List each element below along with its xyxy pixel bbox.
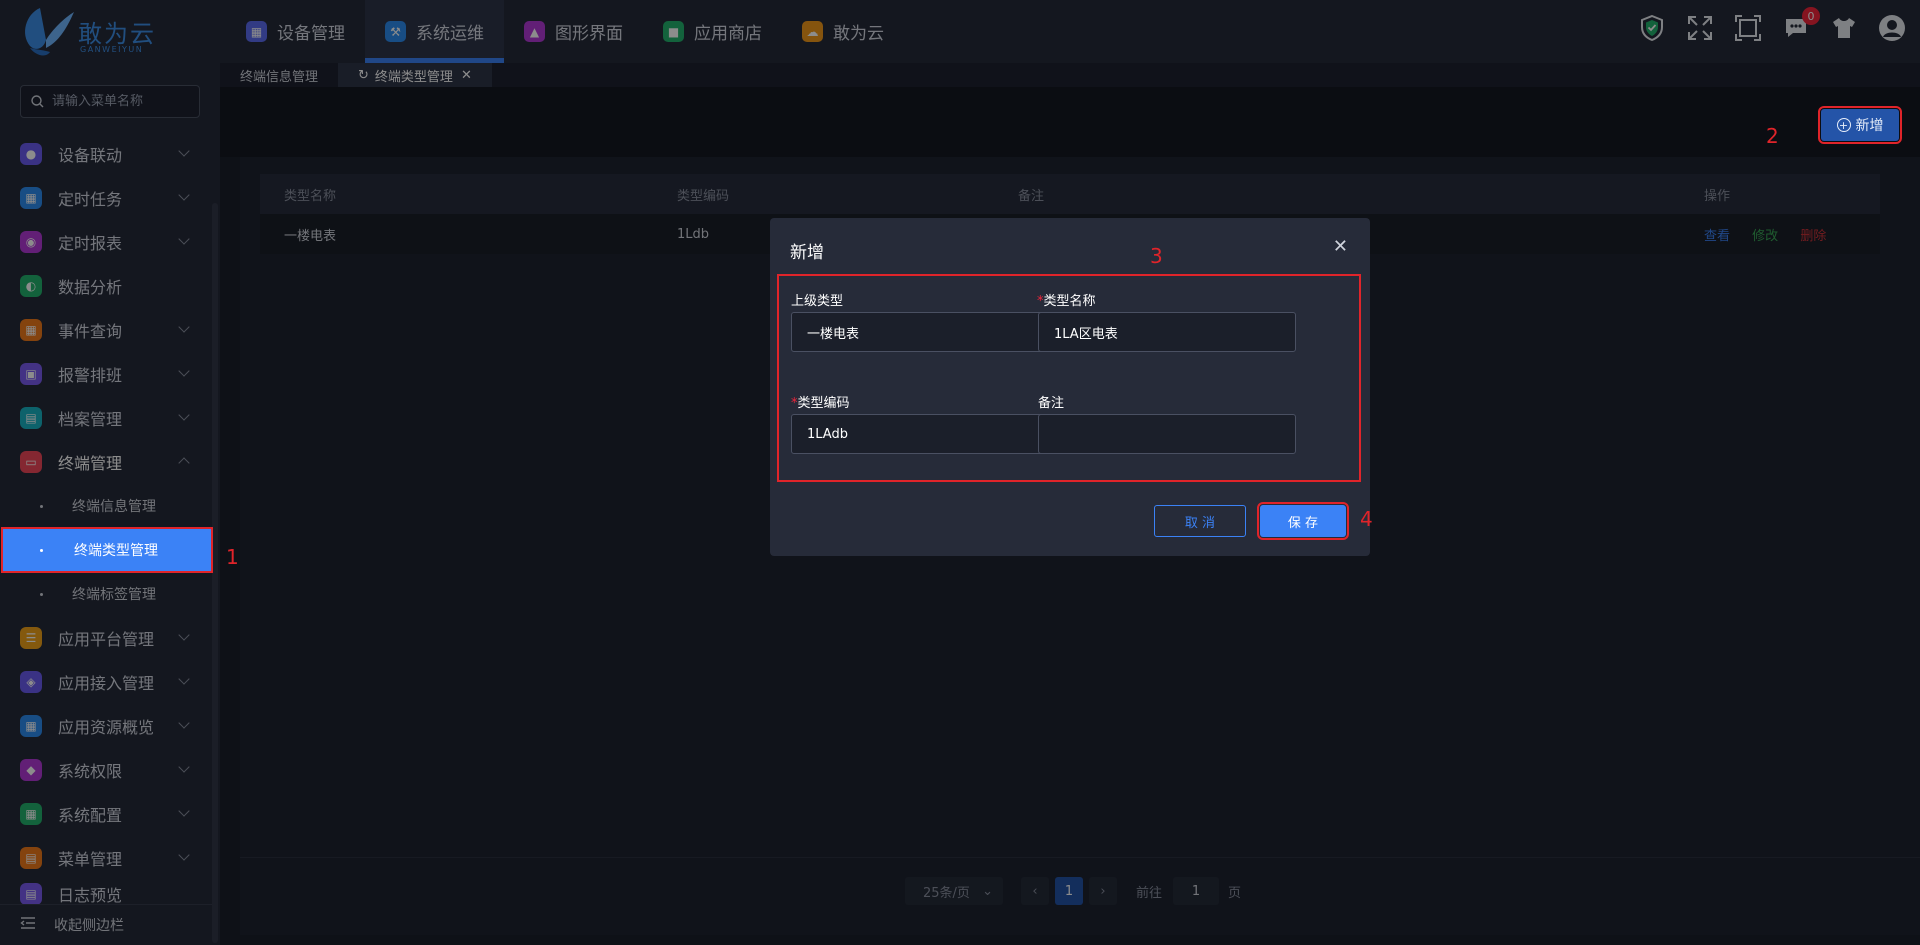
annotation-4: 4 — [1360, 507, 1373, 531]
sidebar-subitem-label: 终端类型管理 — [74, 543, 158, 559]
parent-type-field[interactable] — [791, 312, 1049, 352]
plus-circle-icon: + — [1836, 118, 1851, 132]
save-button[interactable]: 保 存 — [1257, 502, 1349, 540]
form-area: 上级类型 *类型名称 *类型编码 备注 — [777, 274, 1361, 482]
annotation-3: 3 — [1150, 244, 1163, 268]
type-code-field[interactable] — [791, 414, 1049, 454]
remark-label: 备注 — [1038, 396, 1065, 411]
cancel-button[interactable]: 取 消 — [1154, 505, 1246, 537]
remark-field[interactable] — [1038, 414, 1296, 454]
type-name-label: *类型名称 — [1037, 290, 1096, 309]
type-name-field[interactable] — [1038, 312, 1296, 352]
add-dialog: 新增 ✕ 上级类型 *类型名称 *类型编码 备注 取 消 保 存 — [770, 218, 1370, 556]
dialog-title: 新增 — [790, 243, 824, 263]
type-code-label-text: 类型编码 — [797, 396, 850, 411]
add-button-label: 新增 — [1855, 118, 1884, 134]
annotation-2: 2 — [1766, 124, 1779, 148]
add-button[interactable]: + 新增 — [1818, 106, 1902, 144]
sidebar-subitem-terminal-type[interactable]: 终端类型管理 — [1, 527, 213, 573]
close-icon[interactable]: ✕ — [1333, 236, 1348, 257]
type-code-label: *类型编码 — [791, 392, 850, 411]
parent-type-label: 上级类型 — [791, 294, 844, 309]
annotation-1: 1 — [226, 545, 239, 569]
type-name-label-text: 类型名称 — [1043, 294, 1096, 309]
